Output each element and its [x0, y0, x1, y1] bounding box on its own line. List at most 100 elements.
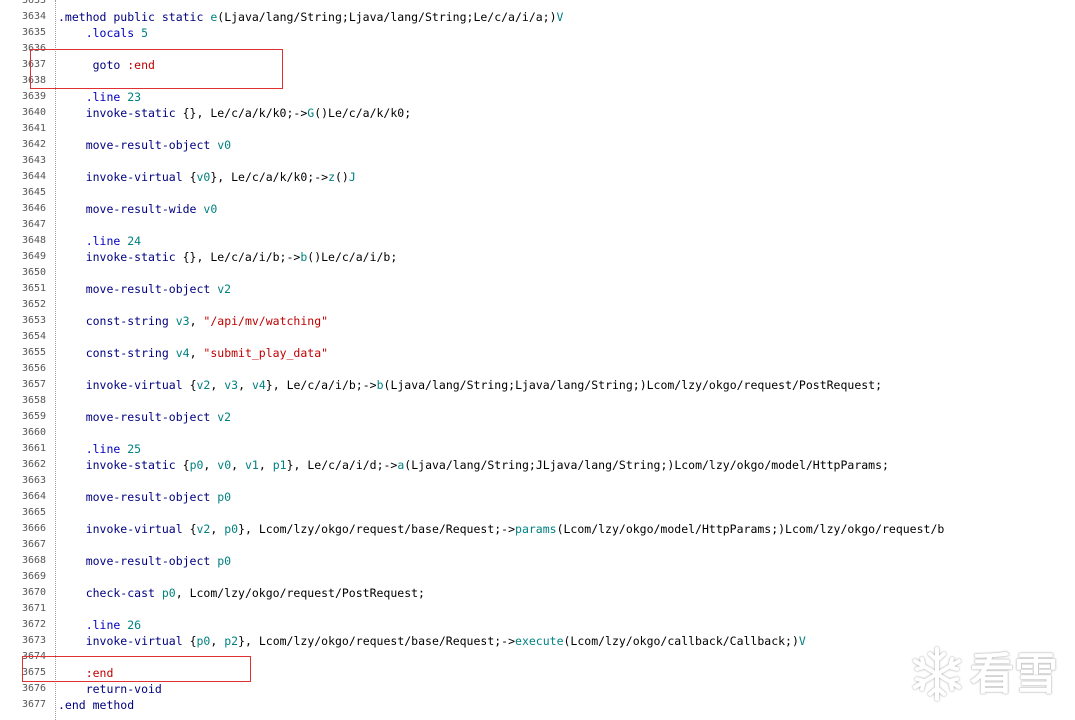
line-number: 3653	[22, 315, 47, 326]
code-line[interactable]: 3644 invoke-virtual {v0}, Le/c/a/k/k0;->…	[0, 169, 1075, 185]
line-number: 3640	[22, 107, 47, 118]
code-line[interactable]: 3656	[0, 361, 1075, 377]
code-token: execute	[515, 634, 564, 648]
code-token: ()Le/c/a/k/k0;	[314, 106, 412, 120]
code-line[interactable]: 3667	[0, 537, 1075, 553]
code-text: move-result-object p0	[58, 489, 231, 505]
code-line[interactable]: 3668 move-result-object p0	[0, 553, 1075, 569]
line-number: 3642	[22, 139, 47, 150]
code-token: return-void	[58, 682, 162, 696]
code-token: .method public static	[58, 10, 211, 24]
line-number: 3650	[22, 267, 47, 278]
code-token: ()Le/c/a/i/b;	[307, 250, 398, 264]
code-token: (Ljava/lang/String;Ljava/lang/String;)Lc…	[383, 378, 883, 392]
code-token: invoke-static	[58, 106, 183, 120]
code-token: const-string	[58, 314, 176, 328]
code-line[interactable]: 3657 invoke-virtual {v2, v3, v4}, Le/c/a…	[0, 377, 1075, 393]
code-line[interactable]: 3650	[0, 265, 1075, 281]
code-token: 26	[127, 618, 142, 632]
code-token: invoke-virtual	[58, 170, 190, 184]
code-token: 23	[127, 90, 142, 104]
code-line[interactable]: 3646 move-result-wide v0	[0, 201, 1075, 217]
code-line[interactable]: 3652	[0, 297, 1075, 313]
code-line[interactable]: 3639 .line 23	[0, 89, 1075, 105]
code-editor[interactable]: 3633 3634 .method public static e(Ljava/la…	[0, 0, 1075, 720]
code-text: invoke-virtual {v0}, Le/c/a/k/k0;->z()J	[58, 169, 356, 185]
code-line[interactable]: 3643	[0, 153, 1075, 169]
line-number: 3677	[22, 699, 47, 710]
code-text: move-result-object p0	[58, 553, 231, 569]
code-text: .line 25	[58, 441, 141, 457]
line-number: 3644	[22, 171, 47, 182]
code-line[interactable]: 3664 move-result-object p0	[0, 489, 1075, 505]
code-token: {	[189, 522, 197, 536]
line-number: 3659	[22, 411, 47, 422]
code-line[interactable]: 3659 move-result-object v2	[0, 409, 1075, 425]
code-token: ,	[189, 314, 204, 328]
code-line[interactable]: 3663	[0, 473, 1075, 489]
code-token: invoke-static	[58, 250, 183, 264]
code-line[interactable]: 3633	[0, 0, 1075, 9]
code-line[interactable]: 3649 invoke-static {}, Le/c/a/i/b;->b()L…	[0, 249, 1075, 265]
code-line[interactable]: 3665	[0, 505, 1075, 521]
code-line[interactable]: 3655 const-string v4, "submit_play_data"	[0, 345, 1075, 361]
code-line[interactable]: 3661 .line 25	[0, 441, 1075, 457]
snowflake-icon	[913, 647, 961, 701]
code-token: {	[189, 634, 197, 648]
code-token: p0	[189, 458, 204, 472]
code-text: move-result-object v2	[58, 409, 231, 425]
code-token: p2	[224, 634, 239, 648]
code-line[interactable]: 3635 .locals 5	[0, 25, 1075, 41]
code-line[interactable]: 3641	[0, 121, 1075, 137]
code-token: ,	[231, 458, 245, 472]
code-token: {	[189, 378, 197, 392]
code-token: .line	[58, 90, 128, 104]
code-token: }, Lcom/lzy/okgo/request/base/Request;->	[238, 634, 516, 648]
line-number: 3652	[22, 299, 47, 310]
code-line[interactable]: 3642 move-result-object v0	[0, 137, 1075, 153]
code-token: v2	[217, 282, 232, 296]
code-token: {	[189, 170, 197, 184]
line-number: 3670	[22, 587, 47, 598]
code-token: }, Le/c/a/k/k0;->	[210, 170, 329, 184]
code-line[interactable]: 3640 invoke-static {}, Le/c/a/k/k0;->G()…	[0, 105, 1075, 121]
code-token: invoke-virtual	[58, 378, 190, 392]
code-token: v0	[203, 202, 218, 216]
code-line[interactable]: 3634 .method public static e(Ljava/lang/S…	[0, 9, 1075, 25]
code-token: (Ljava/lang/String;JLjava/lang/String;)L…	[404, 458, 889, 472]
code-line[interactable]: 3645	[0, 185, 1075, 201]
code-line[interactable]: 3651 move-result-object v2	[0, 281, 1075, 297]
code-token: p0	[217, 554, 232, 568]
code-text: move-result-object v0	[58, 137, 231, 153]
code-token: "/api/mv/watching"	[203, 314, 329, 328]
code-token: ,	[203, 458, 218, 472]
code-token: v0	[217, 138, 232, 152]
code-line[interactable]: 3660	[0, 425, 1075, 441]
line-number: 3669	[22, 571, 47, 582]
code-token: invoke-virtual	[58, 634, 190, 648]
code-text: return-void	[58, 681, 162, 697]
code-line[interactable]: 3653 const-string v3, "/api/mv/watching"	[0, 313, 1075, 329]
line-number: 3658	[22, 395, 47, 406]
code-line[interactable]: 3666 invoke-virtual {v2, p0}, Lcom/lzy/o…	[0, 521, 1075, 537]
code-text: invoke-static {}, Le/c/a/k/k0;->G()Le/c/…	[58, 105, 411, 121]
code-line[interactable]: 3671	[0, 601, 1075, 617]
line-number: 3673	[22, 635, 47, 646]
code-line[interactable]: 3658	[0, 393, 1075, 409]
code-line[interactable]: 3670 check-cast p0, Lcom/lzy/okgo/reques…	[0, 585, 1075, 601]
code-line[interactable]: 3654	[0, 329, 1075, 345]
code-line[interactable]: 3648 .line 24	[0, 233, 1075, 249]
code-text: invoke-static {p0, v0, v1, p1}, Le/c/a/i…	[58, 457, 889, 473]
line-number: 3667	[22, 539, 47, 550]
code-text: .line 26	[58, 617, 141, 633]
code-line[interactable]: 3669	[0, 569, 1075, 585]
code-token: ,	[210, 522, 225, 536]
line-number: 3657	[22, 379, 47, 390]
code-line[interactable]: 3647	[0, 217, 1075, 233]
code-token: ()	[335, 170, 349, 184]
code-text: .locals 5	[58, 25, 148, 41]
code-text: invoke-virtual {v2, v3, v4}, Le/c/a/i/b;…	[58, 377, 882, 393]
code-token: move-result-object	[58, 282, 218, 296]
code-line[interactable]: 3662 invoke-static {p0, v0, v1, p1}, Le/…	[0, 457, 1075, 473]
code-line[interactable]: 3672 .line 26	[0, 617, 1075, 633]
